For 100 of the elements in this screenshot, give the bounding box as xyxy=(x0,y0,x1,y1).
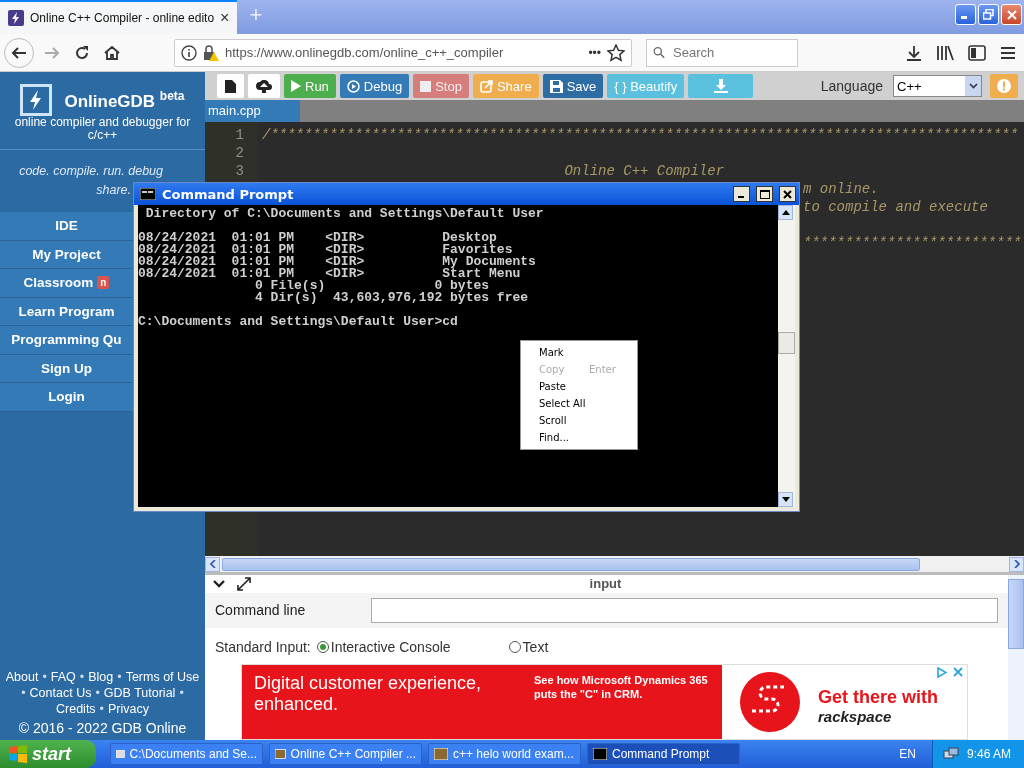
window-icon xyxy=(116,748,125,760)
save-button[interactable]: Save xyxy=(542,74,604,98)
vertical-scrollbar[interactable] xyxy=(778,205,795,507)
menu-item[interactable]: Scroll xyxy=(521,412,637,429)
footer-link[interactable]: Privacy xyxy=(108,702,149,716)
close-button[interactable] xyxy=(779,186,796,202)
radio-option[interactable]: Text xyxy=(508,638,549,655)
maximize-button[interactable] xyxy=(756,186,773,202)
code-comment: Online C++ Compiler xyxy=(563,163,725,179)
command-line-field[interactable] xyxy=(371,597,998,623)
arrow-right-icon xyxy=(44,44,60,61)
taskbar-button[interactable]: Command Prompt xyxy=(587,743,740,765)
advertisement[interactable]: Digital customer experience, enhanced. See how Microsoft Dynamics 365 puts the "C" in CRM. Get there with rackspace xyxy=(241,664,968,740)
ad-choices-icon[interactable] xyxy=(937,667,947,678)
tagline: share. xyxy=(96,182,131,199)
footer-link[interactable]: About xyxy=(5,670,39,684)
menu-item[interactable]: Select All xyxy=(521,395,637,412)
sidebar-link[interactable]: IDE xyxy=(0,212,133,241)
radio-option[interactable]: Interactive Console xyxy=(316,638,451,655)
footer-link[interactable]: FAQ xyxy=(50,670,76,684)
restore-button[interactable] xyxy=(978,4,999,25)
file-button[interactable] xyxy=(217,74,244,98)
network-icon[interactable] xyxy=(943,746,959,762)
caret-down-icon xyxy=(968,83,978,89)
ad-subheadline: See how Microsoft Dynamics 365 puts the "C" in CRM. xyxy=(534,673,709,702)
restore-icon xyxy=(983,9,994,20)
menu-item[interactable]: Find... xyxy=(521,429,637,446)
start-button[interactable]: start xyxy=(0,740,96,768)
sidebar-link[interactable]: Classroom n xyxy=(0,269,133,298)
upload-button[interactable] xyxy=(248,74,280,98)
ad-brand: rackspace xyxy=(818,708,893,725)
footer-link[interactable]: Terms of Use xyxy=(125,670,200,684)
separator-dot: • xyxy=(42,670,47,684)
play-circle-icon xyxy=(346,79,360,93)
tagline: code. compile. run. debug xyxy=(19,163,163,180)
sidebar-link[interactable]: Login xyxy=(0,383,133,412)
chevron-down-icon[interactable] xyxy=(213,579,225,588)
footer-link[interactable]: Contact Us xyxy=(29,686,92,700)
expand-icon[interactable] xyxy=(237,576,251,591)
download-icon xyxy=(906,44,922,61)
debug-button[interactable]: Debug xyxy=(339,74,410,98)
close-icon xyxy=(1006,9,1017,20)
horizontal-scrollbar[interactable] xyxy=(205,556,1024,572)
console-output-line: 0 File(s) 0 bytes xyxy=(254,278,490,293)
line-number: 2 xyxy=(234,144,245,162)
star-icon[interactable] xyxy=(607,43,625,62)
taskbar-button[interactable]: C:\Documents and Se... xyxy=(110,743,263,765)
menu-icon xyxy=(1000,45,1016,60)
tab-close-button[interactable]: × xyxy=(220,9,230,27)
close-icon[interactable] xyxy=(953,667,963,677)
info-icon xyxy=(181,44,197,61)
page-actions-button[interactable]: ••• xyxy=(588,45,601,60)
library-icon xyxy=(936,44,954,61)
copyright: © 2016 - 2022 GDB Online xyxy=(18,720,187,736)
code-comment: ************************** xyxy=(803,235,1022,251)
line-number: 1 xyxy=(234,126,245,144)
caret-down-icon[interactable] xyxy=(781,497,790,502)
reload-icon xyxy=(74,44,90,61)
separator-dot: • xyxy=(117,670,122,684)
sidebar-link[interactable]: Programming Qu xyxy=(0,326,133,355)
separator-dot: • xyxy=(95,686,100,700)
sidebar-link[interactable]: My Project xyxy=(0,240,133,269)
sidebar-link[interactable]: Learn Program xyxy=(0,297,133,326)
clock: 9:46 AM xyxy=(967,747,1012,761)
language-label: Language xyxy=(820,78,883,94)
search-icon xyxy=(653,45,665,60)
language-select[interactable]: C++ xyxy=(893,75,982,97)
input-language[interactable]: EN xyxy=(899,747,916,761)
close-icon xyxy=(783,189,792,199)
sidebar-icon xyxy=(968,44,986,61)
caret-left-icon[interactable] xyxy=(209,560,216,568)
taskbar-button[interactable]: c++ helo world exam... xyxy=(428,743,581,765)
menu-item[interactable]: Paste xyxy=(521,378,637,395)
file-tab[interactable]: main.cpp xyxy=(205,100,300,122)
caret-up-icon[interactable] xyxy=(781,210,790,215)
vertical-scrollbar[interactable] xyxy=(1008,575,1024,740)
play-icon xyxy=(291,80,301,92)
windows-flag-icon xyxy=(8,745,28,763)
share-icon xyxy=(479,79,493,93)
line-number: 3 xyxy=(234,162,245,180)
taskbar-button[interactable]: Online C++ Compiler ... xyxy=(269,743,422,765)
caret-right-icon[interactable] xyxy=(1013,560,1020,568)
search-field[interactable]: Search xyxy=(646,38,798,67)
command-prompt-window[interactable] xyxy=(133,182,800,512)
separator-dot: • xyxy=(99,702,104,716)
address-bar[interactable]: https://www.onlinegdb.com/online_c++_compiler ••• xyxy=(174,38,632,67)
minimize-button[interactable] xyxy=(733,186,750,202)
console-output-line: C:\Documents and Settings\Default User>cd xyxy=(138,314,458,329)
code-comment: m online. xyxy=(803,181,879,197)
home-icon xyxy=(104,44,120,61)
window-icon xyxy=(434,748,448,760)
browser-tab[interactable]: Online C++ Compiler - online edito × xyxy=(0,0,238,34)
footer-link[interactable]: GDB Tutorial xyxy=(103,686,176,700)
sidebar-link[interactable]: Sign Up xyxy=(0,354,133,383)
menu-item[interactable]: Mark xyxy=(521,344,637,361)
scroll-thumb[interactable] xyxy=(778,332,795,354)
search-input[interactable]: Search xyxy=(671,44,791,61)
footer-link[interactable]: Blog xyxy=(88,670,114,684)
lightning-icon xyxy=(8,10,24,26)
footer-link[interactable]: Credits xyxy=(56,702,96,716)
